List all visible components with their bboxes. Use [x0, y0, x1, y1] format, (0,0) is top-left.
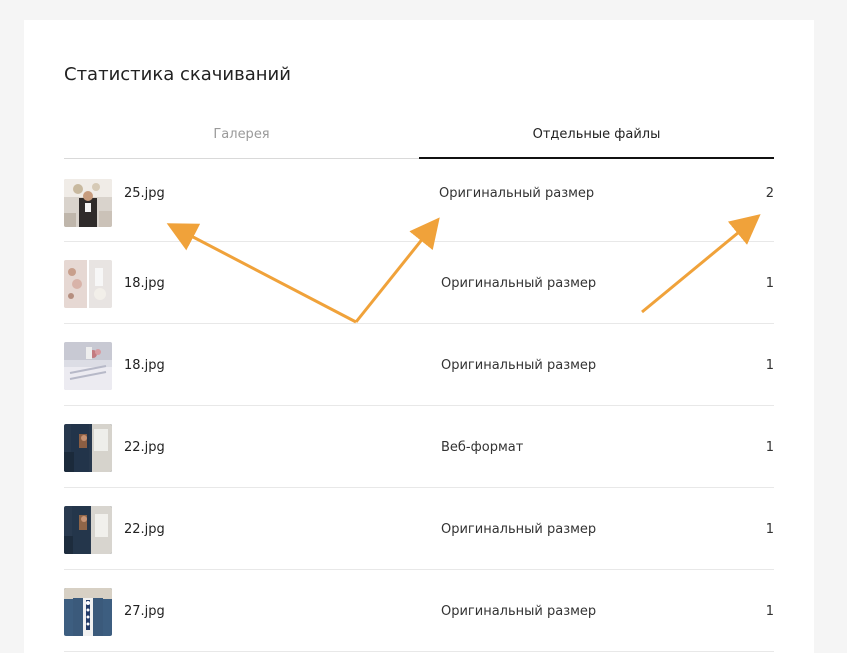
file-name: 18.jpg [124, 358, 165, 373]
page-title: Статистика скачиваний [64, 64, 291, 85]
file-format: Оригинальный размер [441, 276, 597, 291]
download-count: 1 [765, 522, 774, 537]
download-count: 1 [765, 604, 774, 619]
download-stats-card: Статистика скачиваний Галерея Отдельные … [24, 20, 814, 653]
file-thumbnail [64, 424, 112, 472]
file-format: Оригинальный размер [441, 604, 597, 619]
file-name: 18.jpg [124, 276, 165, 291]
file-thumbnail [64, 588, 112, 636]
file-thumbnail [64, 506, 112, 554]
file-name: 25.jpg [124, 186, 165, 201]
file-name: 22.jpg [124, 522, 165, 537]
download-row: 22.jpg Оригинальный размер 1 [64, 488, 774, 570]
download-row: 22.jpg Веб-формат 1 [64, 406, 774, 488]
download-row: 18.jpg Оригинальный размер 1 [64, 242, 774, 324]
download-row: 27.jpg Оригинальный размер 1 [64, 570, 774, 652]
download-row: 18.jpg Оригинальный размер 1 [64, 324, 774, 406]
file-thumbnail [64, 342, 112, 390]
file-format: Оригинальный размер [441, 522, 597, 537]
tab-gallery[interactable]: Галерея [64, 120, 419, 158]
file-thumbnail [64, 260, 112, 308]
downloads-list: 25.jpg Оригинальный размер 2 18.jpg Ориг… [64, 160, 774, 652]
file-thumbnail [64, 179, 112, 227]
file-format: Оригинальный размер [439, 186, 595, 201]
file-name: 27.jpg [124, 604, 165, 619]
download-count: 2 [765, 186, 774, 201]
file-format: Веб-формат [441, 440, 524, 455]
tab-individual-files[interactable]: Отдельные файлы [419, 120, 774, 159]
stats-tabs: Галерея Отдельные файлы [64, 120, 774, 159]
download-count: 1 [765, 440, 774, 455]
file-name: 22.jpg [124, 440, 165, 455]
download-row: 25.jpg Оригинальный размер 2 [64, 160, 774, 242]
download-count: 1 [765, 358, 774, 373]
download-count: 1 [765, 276, 774, 291]
file-format: Оригинальный размер [441, 358, 597, 373]
